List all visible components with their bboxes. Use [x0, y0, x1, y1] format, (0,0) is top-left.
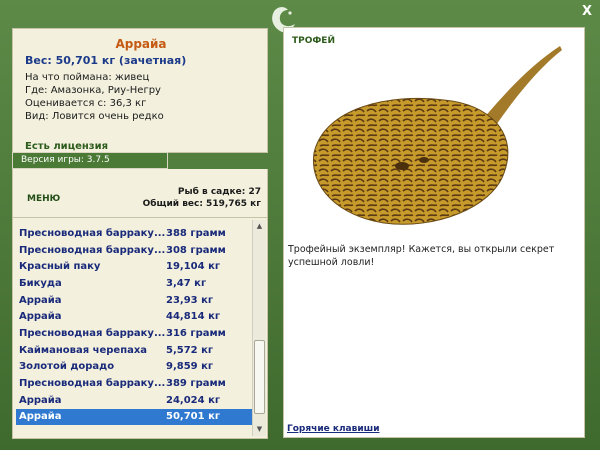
scroll-up-icon[interactable]: ▲: [253, 220, 266, 233]
catch-list-item[interactable]: Каймановая черепаха 5,572 кг: [16, 342, 254, 359]
catch-fish-name: Бикуда: [19, 277, 62, 289]
cage-summary: МЕНЮ Рыб в садке: 27 Общий вес: 519,765 …: [12, 169, 268, 217]
game-window: X Аррайа Вес: 50,701 кг (зачетная) На чт…: [0, 0, 600, 450]
catch-list-item[interactable]: Аррайа 23,93 кг: [16, 292, 254, 309]
catch-fish-weight: 5,572 кг: [166, 344, 214, 356]
catch-fish-name: Аррайа: [19, 311, 62, 323]
catch-fish-weight: 24,024 кг: [166, 394, 221, 406]
location-info: Где: Амазонка, Риу-Негру: [25, 85, 161, 96]
catch-list-item[interactable]: Пресноводная барраку... 389 грамм: [16, 375, 254, 392]
catch-fish-name: Каймановая черепаха: [19, 344, 148, 356]
stingray-image: [312, 46, 562, 225]
catch-list-item[interactable]: Пресноводная барраку... 316 грамм: [16, 325, 254, 342]
catch-fish-weight: 50,701 кг: [166, 411, 221, 423]
catch-fish-name: Красный паку: [19, 261, 101, 273]
fish-weight: Вес: 50,701 кг (зачетная): [25, 54, 187, 67]
close-icon[interactable]: X: [582, 5, 592, 18]
catch-fish-weight: 3,47 кг: [166, 277, 207, 289]
trophy-panel: ТРОФЕЙ Трофейный экземпляр! Кажется, вы …: [283, 27, 585, 438]
catch-fish-weight: 44,814 кг: [166, 311, 221, 323]
cage-fish-count: Рыб в садке: 27: [177, 187, 261, 197]
catch-list: Пресноводная барраку... 388 грамм Пресново…: [12, 217, 268, 439]
valuation-info: Оценивается с: 36,3 кг: [25, 98, 147, 109]
hotkeys-link[interactable]: Горячие клавиши: [287, 424, 380, 434]
rarity-info: Вид: Ловится очень редко: [25, 111, 164, 122]
catch-fish-weight: 19,104 кг: [166, 261, 221, 273]
trophy-message: Трофейный экземпляр! Кажется, вы открыли…: [288, 244, 555, 268]
catch-fish-weight: 388 грамм: [166, 227, 226, 239]
catch-list-item[interactable]: Аррайа 24,024 кг: [16, 392, 254, 409]
catch-fish-name: Аррайа: [19, 411, 62, 423]
catch-list-item[interactable]: Пресноводная барраку... 308 грамм: [16, 242, 254, 259]
catch-fish-weight: 308 грамм: [166, 244, 226, 256]
catch-fish-name: Пресноводная барраку...: [19, 327, 166, 339]
fish-name: Аррайа: [115, 37, 167, 51]
catch-list-item[interactable]: Аррайа 44,814 кг: [16, 308, 254, 325]
catch-list-item[interactable]: Пресноводная барраку... 388 грамм: [16, 225, 254, 242]
catch-list-item[interactable]: Красный паку 19,104 кг: [16, 258, 254, 275]
catch-fish-name: Аррайа: [19, 294, 62, 306]
catch-fish-weight: 389 грамм: [166, 378, 226, 390]
bait-info: На что поймана: живец: [25, 72, 150, 83]
catch-fish-name: Пресноводная барраку...: [19, 227, 166, 239]
catch-list-item[interactable]: Аррайа 50,701 кг: [16, 408, 254, 426]
fish-info-panel: Аррайа Вес: 50,701 кг (зачетная) На что …: [12, 28, 268, 153]
list-scrollbar[interactable]: ▲ ▼: [252, 220, 266, 436]
version-label: Версия игры: 3.7.5: [12, 152, 168, 169]
catch-fish-weight: 23,93 кг: [166, 294, 214, 306]
catch-fish-name: Пресноводная барраку...: [19, 244, 166, 256]
scrollbar-thumb[interactable]: [254, 340, 265, 414]
cage-total-weight: Общий вес: 519,765 кг: [142, 199, 261, 209]
catch-fish-name: Аррайа: [19, 394, 62, 406]
catch-list-item[interactable]: Золотой дорадо 9,859 кг: [16, 359, 254, 376]
catch-fish-name: Золотой дорадо: [19, 361, 115, 373]
catch-list-item[interactable]: Бикуда 3,47 кг: [16, 275, 254, 292]
scroll-down-icon[interactable]: ▼: [253, 423, 266, 436]
catch-list-rows: Пресноводная барраку... 388 грамм Пресново…: [16, 225, 254, 426]
catch-fish-weight: 316 грамм: [166, 327, 226, 339]
catch-fish-name: Пресноводная барраку...: [19, 378, 166, 390]
catch-fish-weight: 9,859 кг: [166, 361, 214, 373]
menu-button[interactable]: МЕНЮ: [27, 194, 60, 204]
license-status: Есть лицензия: [25, 141, 109, 152]
